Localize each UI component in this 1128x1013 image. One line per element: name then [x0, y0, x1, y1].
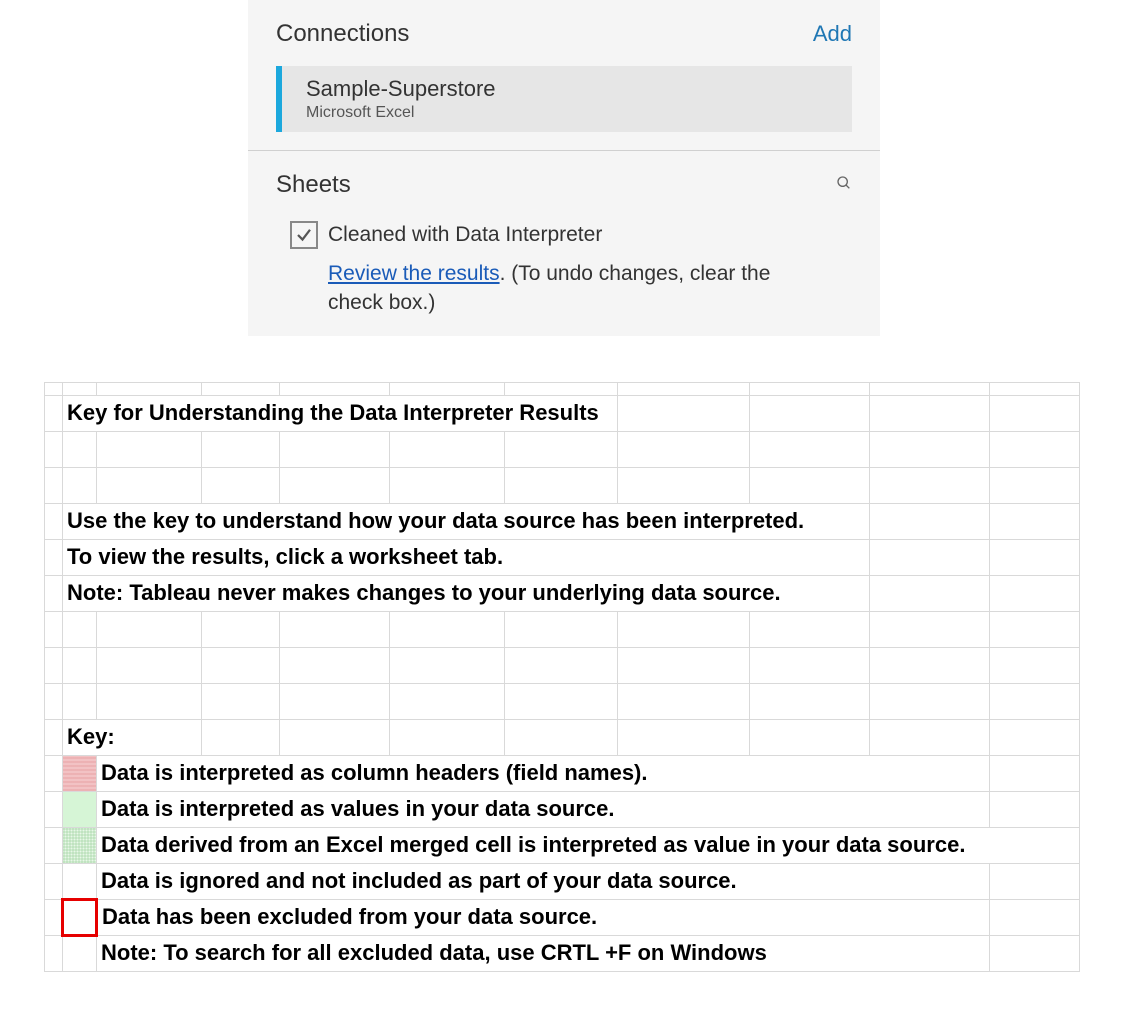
table-row: Data is interpreted as values in your da… — [45, 791, 1080, 827]
legend-text: Data has been excluded from your data so… — [97, 899, 990, 935]
sheets-header: Sheets — [276, 171, 852, 199]
table-row: Use the key to understand how your data … — [45, 503, 1080, 539]
legend-text: Data is ignored and not included as part… — [97, 863, 990, 899]
connection-name: Sample-Superstore — [306, 76, 852, 102]
review-results-text: Review the results. (To undo changes, cl… — [328, 259, 852, 318]
legend-text: Data is interpreted as values in your da… — [97, 791, 990, 827]
table-row: Note: Tableau never makes changes to you… — [45, 575, 1080, 611]
legend-swatch-headers — [63, 755, 97, 791]
legend-swatch-ignored — [63, 863, 97, 899]
data-interpreter-checkbox-row: Cleaned with Data Interpreter — [290, 221, 852, 249]
data-interpreter-checkbox-label: Cleaned with Data Interpreter — [328, 223, 602, 247]
results-spreadsheet: Key for Understanding the Data Interpret… — [44, 382, 1080, 972]
legend-text: Data derived from an Excel merged cell i… — [97, 827, 1080, 863]
connections-header: Connections Add — [276, 20, 852, 48]
table-row: Key: — [45, 719, 1080, 755]
review-results-link[interactable]: Review the results — [328, 262, 500, 285]
table-row: Key for Understanding the Data Interpret… — [45, 395, 1080, 431]
connection-item[interactable]: Sample-Superstore Microsoft Excel — [276, 66, 852, 132]
legend-text: Data is interpreted as column headers (f… — [97, 755, 990, 791]
intro-line: Note: Tableau never makes changes to you… — [63, 575, 870, 611]
connections-panel: Connections Add Sample-Superstore Micros… — [248, 0, 880, 336]
table-row: To view the results, click a worksheet t… — [45, 539, 1080, 575]
connection-type: Microsoft Excel — [306, 104, 852, 122]
search-icon[interactable] — [836, 175, 852, 196]
key-label: Key: — [63, 719, 202, 755]
table-row: Data is interpreted as column headers (f… — [45, 755, 1080, 791]
connections-title: Connections — [276, 20, 409, 48]
table-row — [45, 431, 1080, 467]
interpreter-key-title: Key for Understanding the Data Interpret… — [63, 395, 618, 431]
data-interpreter-checkbox[interactable] — [290, 221, 318, 249]
intro-line: Use the key to understand how your data … — [63, 503, 870, 539]
table-row: Data is ignored and not included as part… — [45, 863, 1080, 899]
table-row: Data derived from an Excel merged cell i… — [45, 827, 1080, 863]
table-row — [45, 611, 1080, 647]
table-row — [45, 647, 1080, 683]
legend-swatch-values — [63, 791, 97, 827]
add-connection-link[interactable]: Add — [813, 21, 852, 47]
sheets-title: Sheets — [276, 171, 351, 199]
table-row — [45, 683, 1080, 719]
table-row — [45, 467, 1080, 503]
legend-swatch-merged — [63, 827, 97, 863]
table-row: Note: To search for all excluded data, u… — [45, 935, 1080, 971]
legend-swatch-excluded — [63, 899, 97, 935]
table-row — [45, 382, 1080, 395]
legend-text: Note: To search for all excluded data, u… — [97, 935, 990, 971]
intro-line: To view the results, click a worksheet t… — [63, 539, 870, 575]
table-row: Data has been excluded from your data so… — [45, 899, 1080, 935]
